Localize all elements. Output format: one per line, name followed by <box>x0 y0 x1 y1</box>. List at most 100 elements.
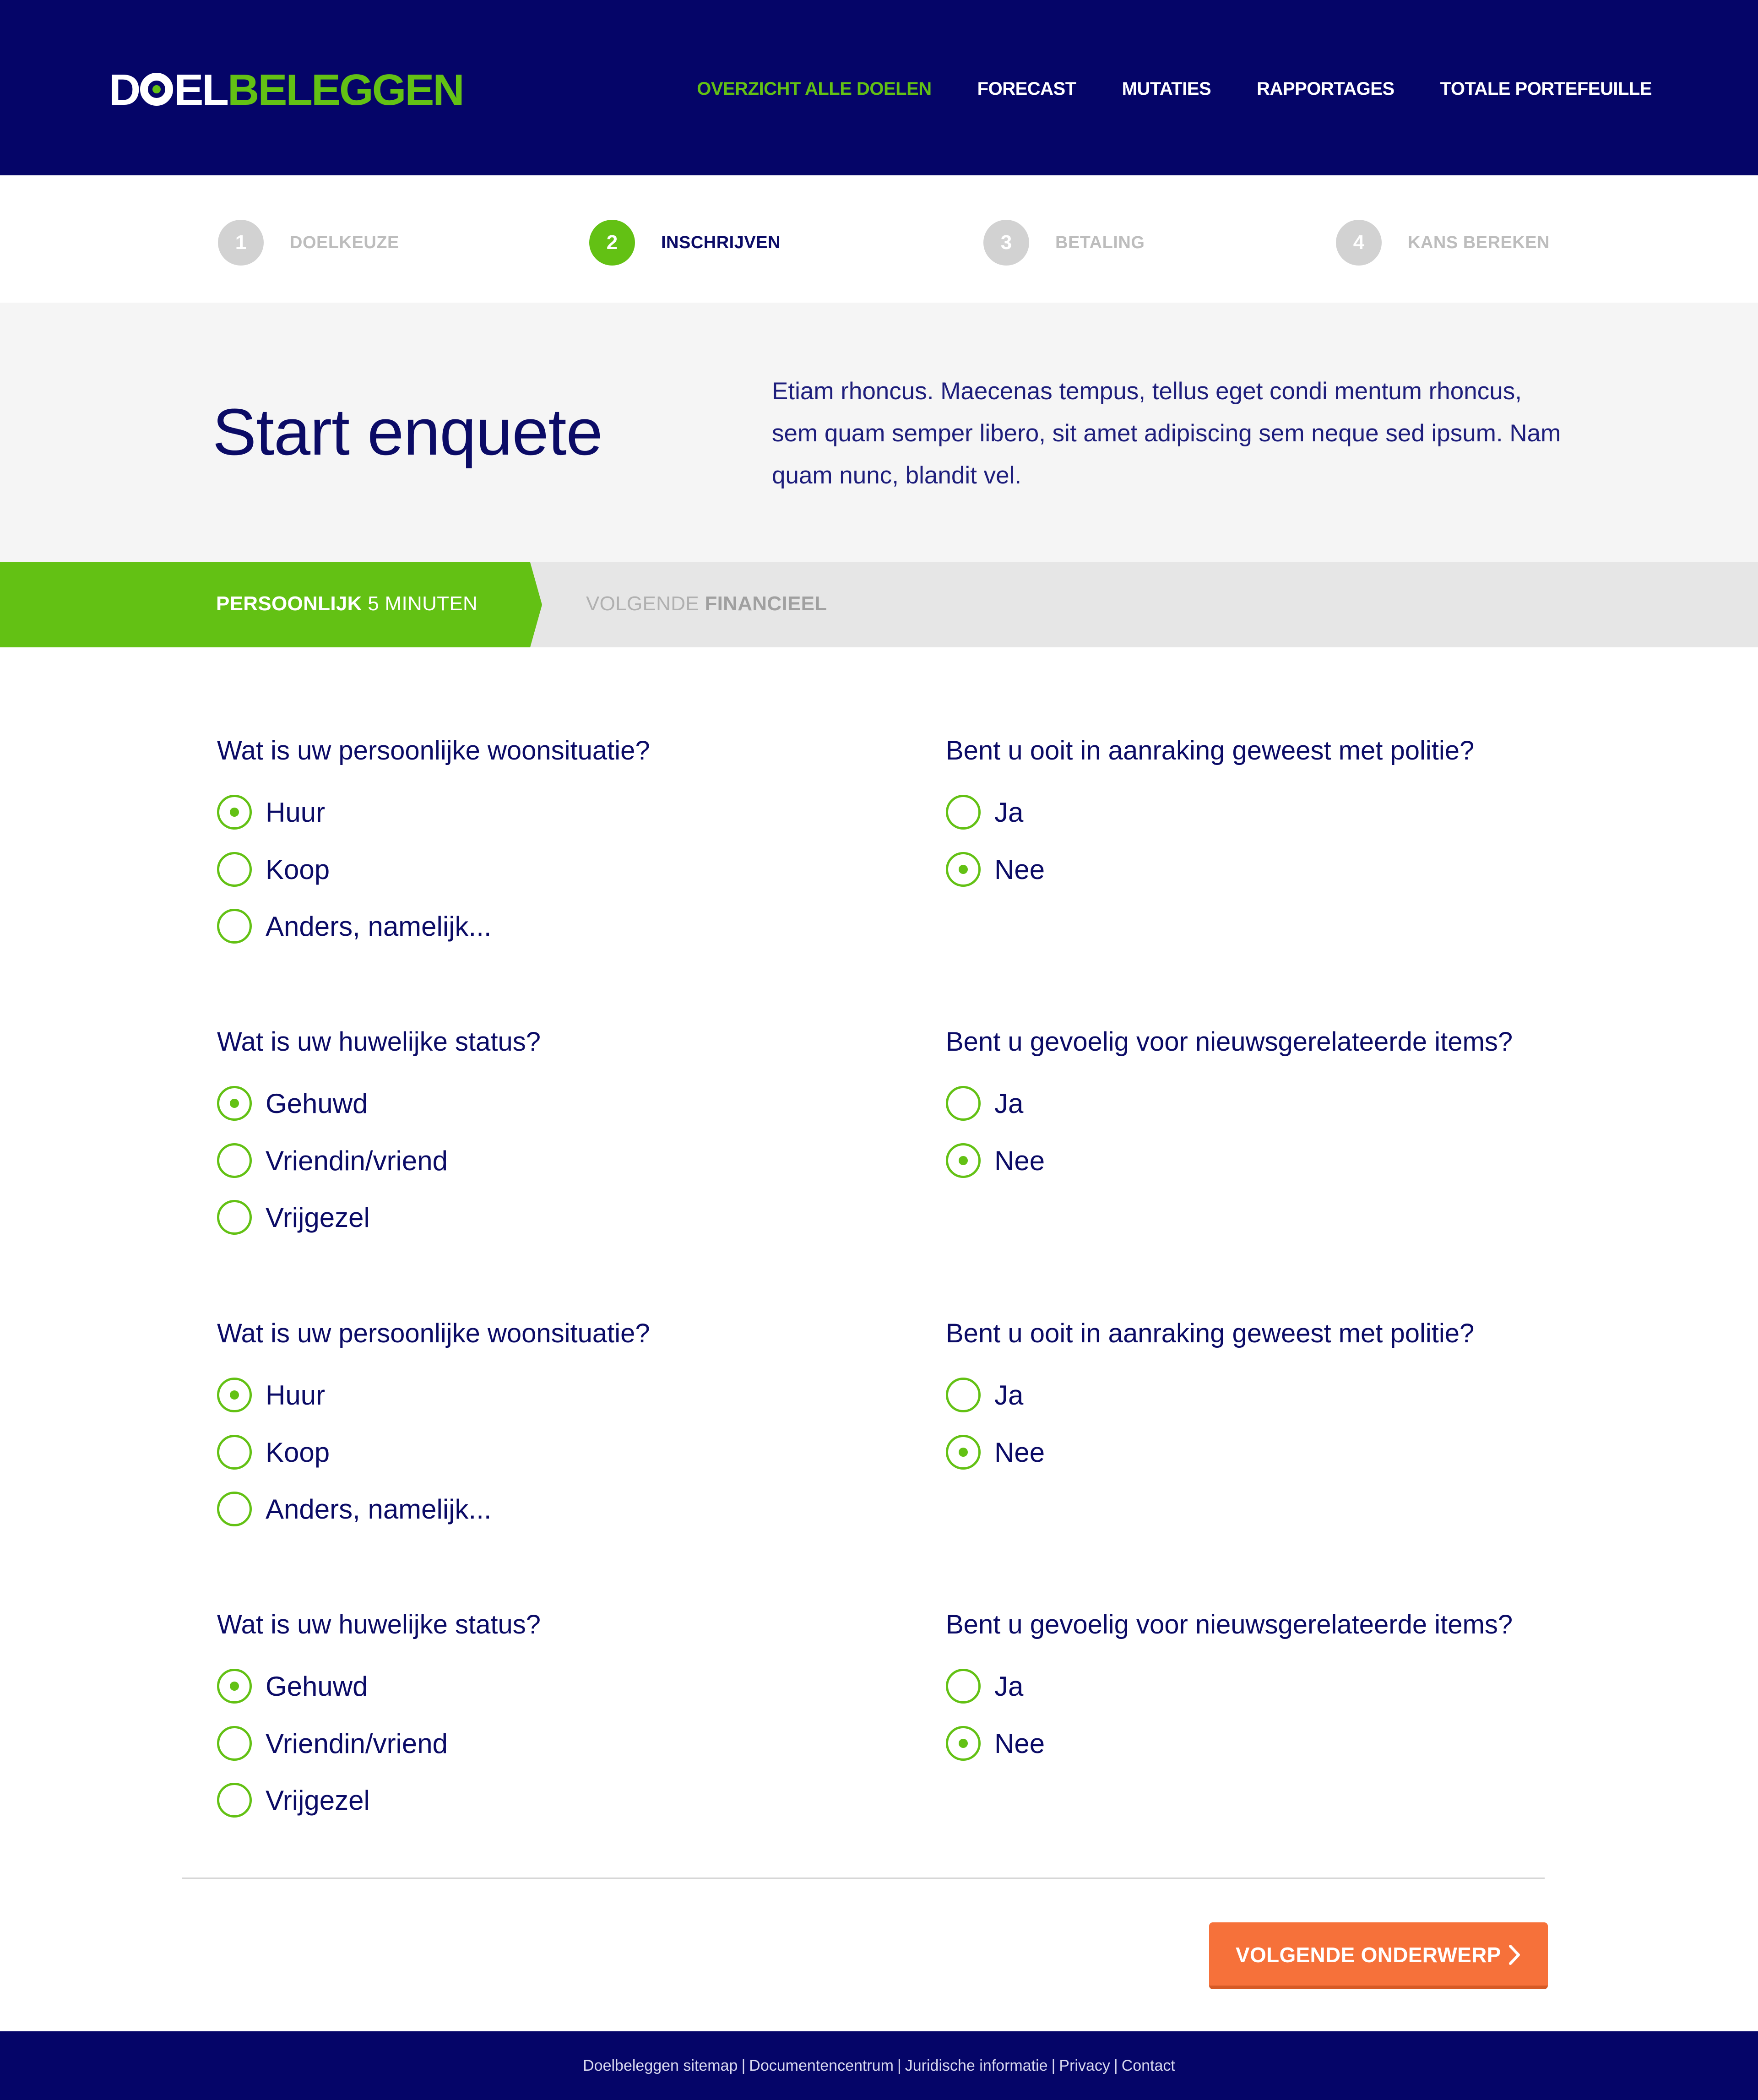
section-progress-bar: PERSOONLIJK 5 MINUTEN VOLGENDE FINANCIEE… <box>0 562 1758 647</box>
nav-overzicht-alle-doelen[interactable]: OVERZICHT ALLE DOELEN <box>697 79 932 99</box>
radio-button[interactable] <box>946 1435 981 1470</box>
footer-link-contact[interactable]: Contact <box>1122 2057 1175 2074</box>
footer-link-sitemap[interactable]: Doelbeleggen sitemap <box>583 2057 738 2074</box>
radio-button[interactable] <box>217 1200 252 1235</box>
step-kans-bereken[interactable]: 4 KANS BEREKEN <box>1336 220 1550 266</box>
radio-option[interactable]: Ja <box>946 795 1023 830</box>
question-title: Bent u ooit in aanraking geweest met pol… <box>946 1319 1475 1348</box>
nav-mutaties[interactable]: MUTATIES <box>1122 79 1211 99</box>
radio-button[interactable] <box>217 1435 252 1470</box>
radio-option[interactable]: Nee <box>946 852 1045 887</box>
footer-separator: | <box>897 2057 901 2074</box>
radio-option[interactable]: Huur <box>217 795 325 830</box>
question-block: Bent u ooit in aanraking geweest met pol… <box>946 733 1633 887</box>
radio-button[interactable] <box>946 795 981 830</box>
radio-button[interactable] <box>217 1669 252 1704</box>
radio-option[interactable]: Anders, namelijk... <box>217 909 492 944</box>
radio-button[interactable] <box>946 1669 981 1704</box>
radio-button[interactable] <box>217 1143 252 1178</box>
radio-button[interactable] <box>217 1726 252 1761</box>
radio-button[interactable] <box>217 1783 252 1818</box>
radio-button[interactable] <box>946 1378 981 1412</box>
step-number: 4 <box>1336 220 1382 266</box>
nav-totale-portefeuille[interactable]: TOTALE PORTEFEUILLE <box>1440 79 1652 99</box>
section-current-label: PERSOONLIJK 5 MINUTEN <box>216 592 477 615</box>
nav-forecast[interactable]: FORECAST <box>977 79 1077 99</box>
radio-label: Nee <box>994 854 1045 885</box>
radio-label: Huur <box>266 1379 326 1411</box>
question-block: Bent u ooit in aanraking geweest met pol… <box>946 1315 1633 1470</box>
radio-label: Vriendin/vriend <box>266 1145 448 1176</box>
radio-button[interactable] <box>217 1492 252 1526</box>
page-title: Start enquete <box>212 395 603 469</box>
section-next-name: FINANCIEEL <box>705 592 827 615</box>
radio-label: Koop <box>266 854 330 885</box>
radio-option[interactable]: Gehuwd <box>217 1669 368 1704</box>
radio-button[interactable] <box>946 1086 981 1121</box>
radio-option[interactable]: Vriendin/vriend <box>217 1143 448 1178</box>
radio-label: Ja <box>994 797 1024 828</box>
radio-label: Koop <box>266 1437 330 1468</box>
intro-text: Etiam rhoncus. Maecenas tempus, tellus e… <box>772 378 1561 489</box>
radio-button[interactable] <box>217 795 252 830</box>
radio-label: Anders, namelijk... <box>266 911 492 942</box>
radio-button[interactable] <box>946 852 981 887</box>
radio-option[interactable]: Vriendin/vriend <box>217 1726 448 1761</box>
footer-separator: | <box>741 2057 746 2074</box>
step-doelkeuze[interactable]: 1 DOELKEUZE <box>218 220 399 266</box>
radio-label: Vriendin/vriend <box>266 1728 448 1759</box>
radio-option[interactable]: Ja <box>946 1669 1023 1704</box>
radio-option[interactable]: Koop <box>217 1435 330 1470</box>
step-number: 1 <box>218 220 264 266</box>
site-footer: Doelbeleggen sitemap | Documentencentrum | J… <box>0 2031 1758 2100</box>
radio-option[interactable]: Huur <box>217 1378 325 1412</box>
question-block: Wat is uw huwelijke status? Gehuwd Vriendi… <box>217 1024 904 1235</box>
radio-option[interactable]: Ja <box>946 1086 1023 1121</box>
step-label: DOELKEUZE <box>290 233 399 252</box>
radio-label: Vrijgezel <box>266 1785 370 1816</box>
radio-option[interactable]: Vrijgezel <box>217 1200 370 1235</box>
footer-link-documentencentrum[interactable]: Documentencentrum <box>749 2057 894 2074</box>
radio-option[interactable]: Nee <box>946 1143 1045 1178</box>
radio-button[interactable] <box>946 1726 981 1761</box>
radio-label: Nee <box>994 1145 1045 1176</box>
radio-option[interactable]: Gehuwd <box>217 1086 368 1121</box>
radio-label: Gehuwd <box>266 1671 368 1702</box>
radio-label: Ja <box>994 1088 1024 1119</box>
step-betaling[interactable]: 3 BETALING <box>983 220 1145 266</box>
footer-link-juridische-informatie[interactable]: Juridische informatie <box>905 2057 1048 2074</box>
footer-link-privacy[interactable]: Privacy <box>1059 2057 1110 2074</box>
section-current-duration: 5 MINUTEN <box>368 592 478 615</box>
radio-button[interactable] <box>217 909 252 944</box>
question-block: Wat is uw persoonlijke woonsituatie? Huur… <box>217 1315 904 1526</box>
radio-option[interactable]: Ja <box>946 1378 1023 1412</box>
step-inschrijven[interactable]: 2 INSCHRIJVEN <box>589 220 781 266</box>
radio-label: Ja <box>994 1671 1024 1702</box>
question-title: Wat is uw huwelijke status? <box>217 1610 541 1639</box>
logo[interactable]: D ELBELEGGEN <box>109 65 465 115</box>
question-block: Bent u gevoelig voor nieuwsgerelateerde … <box>946 1606 1633 1761</box>
next-topic-button[interactable]: VOLGENDE ONDERWERP <box>1209 1922 1548 1989</box>
radio-option[interactable]: Nee <box>946 1726 1045 1761</box>
chevron-right-icon <box>1509 1945 1520 1965</box>
logo-o-target-icon <box>140 73 174 106</box>
footer-separator: | <box>1051 2057 1056 2074</box>
section-next-label[interactable]: VOLGENDE FINANCIEEL <box>586 592 827 615</box>
radio-button[interactable] <box>946 1143 981 1178</box>
radio-option[interactable]: Nee <box>946 1435 1045 1470</box>
radio-option[interactable]: Koop <box>217 852 330 887</box>
logo-doel: D EL <box>109 65 229 114</box>
radio-button[interactable] <box>217 1086 252 1121</box>
radio-label: Anders, namelijk... <box>266 1493 492 1525</box>
radio-button[interactable] <box>217 852 252 887</box>
question-title: Bent u gevoelig voor nieuwsgerelateerde … <box>946 1610 1513 1639</box>
question-title: Bent u gevoelig voor nieuwsgerelateerde … <box>946 1027 1513 1057</box>
footer-links: Doelbeleggen sitemap | Documentencentrum | J… <box>0 2057 1758 2075</box>
radio-option[interactable]: Anders, namelijk... <box>217 1492 492 1526</box>
radio-button[interactable] <box>217 1378 252 1412</box>
radio-label: Ja <box>994 1379 1024 1411</box>
nav-rapportages[interactable]: RAPPORTAGES <box>1257 79 1394 99</box>
step-number: 2 <box>589 220 635 266</box>
radio-option[interactable]: Vrijgezel <box>217 1783 370 1818</box>
section-current-name: PERSOONLIJK <box>216 592 362 615</box>
